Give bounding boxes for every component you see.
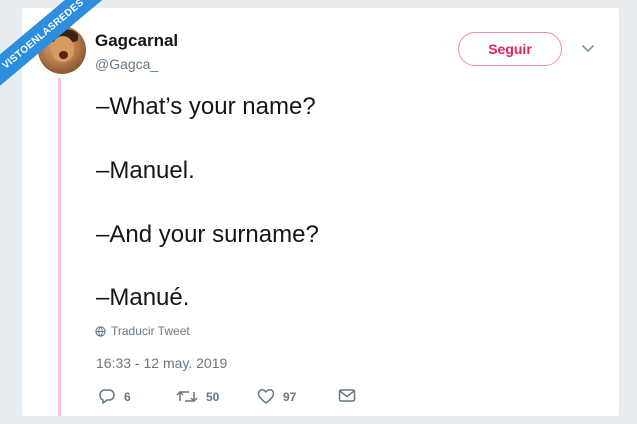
tweet-text-line: –And your surname? [96, 221, 319, 248]
chevron-down-icon[interactable] [581, 44, 595, 54]
tweet-text-line: –What’s your name? [96, 93, 316, 120]
like-button[interactable]: 97 [257, 388, 296, 405]
follow-button[interactable]: Seguir [458, 32, 562, 66]
reply-button[interactable]: 6 [98, 388, 131, 405]
retweet-count: 50 [206, 389, 220, 404]
author-handle[interactable]: @Gagca_ [95, 56, 158, 72]
reply-icon [99, 389, 115, 404]
author-display-name[interactable]: Gagcarnal [95, 31, 178, 51]
tweet-timestamp[interactable]: 16:33 - 12 may. 2019 [96, 355, 227, 371]
like-icon [257, 389, 275, 404]
retweet-icon [176, 391, 198, 402]
retweet-button[interactable]: 50 [176, 388, 219, 405]
tweet-text-line: –Manué. [96, 284, 190, 311]
translate-tweet-label: Traducir Tweet [111, 324, 190, 338]
thread-line [58, 78, 61, 416]
translate-tweet-link[interactable]: Traducir Tweet [95, 324, 190, 338]
reply-count: 6 [124, 389, 131, 404]
tweet-text-line: –Manuel. [96, 157, 195, 184]
like-count: 97 [283, 389, 297, 404]
direct-message-button[interactable] [338, 388, 356, 403]
globe-icon [95, 325, 106, 337]
direct-message-icon [338, 389, 356, 402]
